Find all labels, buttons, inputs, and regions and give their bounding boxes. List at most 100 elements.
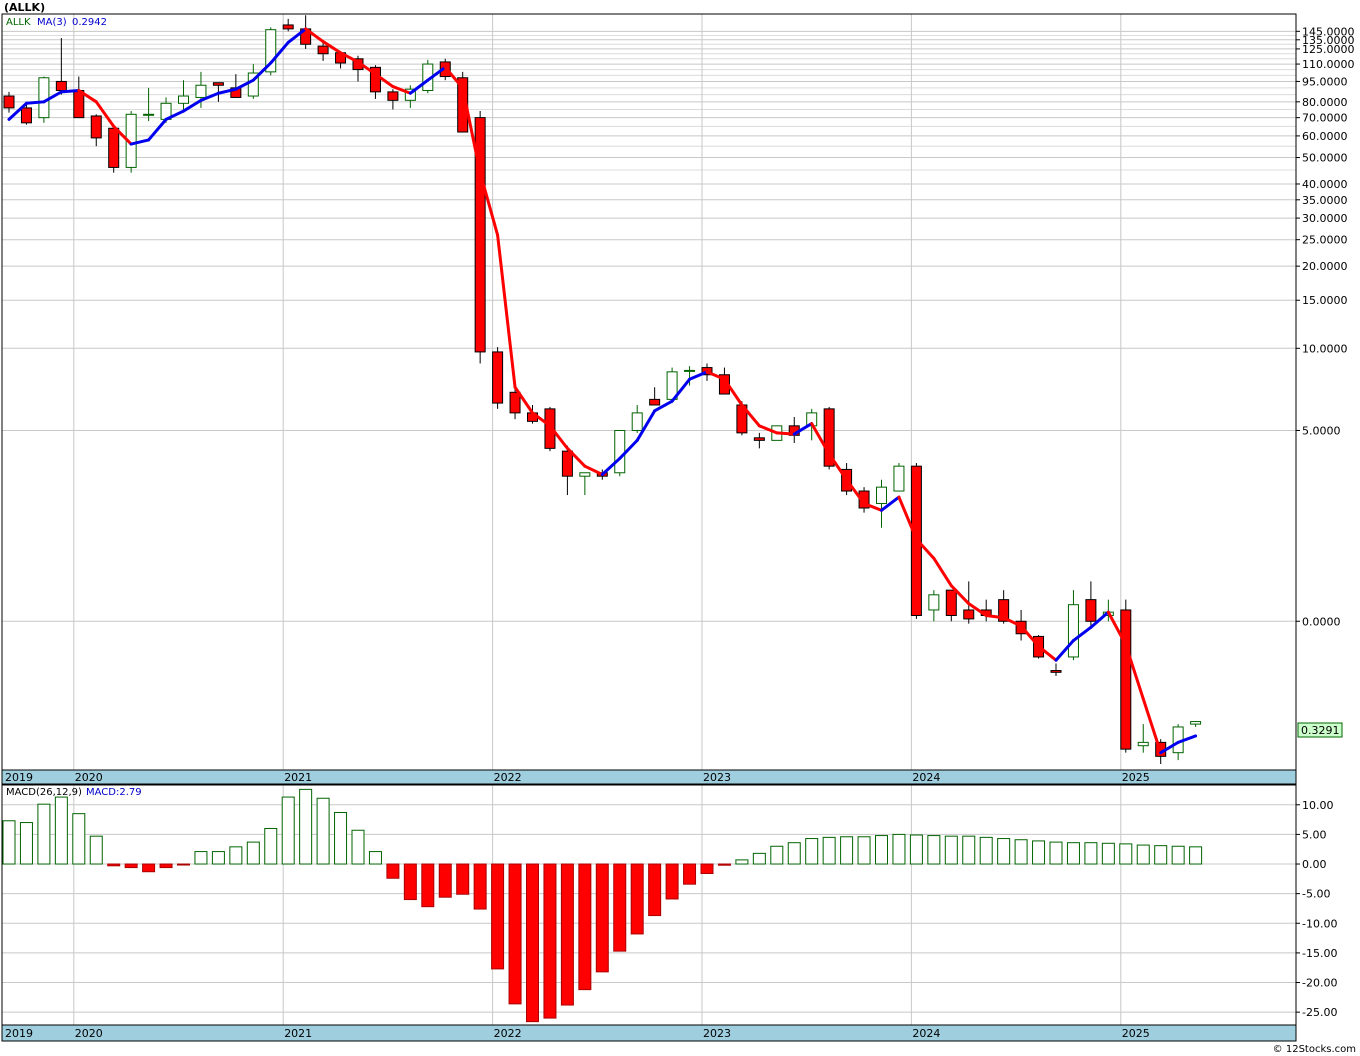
macd-tick-label: 5.00 [1302, 828, 1327, 841]
year-label: 2023 [703, 1027, 731, 1040]
macd-bar [770, 845, 784, 865]
ma-segment [932, 556, 953, 588]
candle-body [631, 412, 643, 431]
macd-bar [177, 863, 190, 866]
macd-bar [1136, 844, 1150, 865]
price-tick-label: 60.0000 [1302, 130, 1348, 143]
year-label: 2022 [494, 771, 522, 784]
macd-bar [1066, 842, 1080, 865]
candle-body [108, 127, 120, 168]
macd-bar [107, 863, 121, 867]
candle-body [282, 24, 294, 30]
macd-bar [264, 827, 278, 865]
macd-bar [648, 863, 662, 917]
candle-body [893, 465, 905, 492]
candle-body [195, 84, 207, 98]
macd-bar [72, 813, 86, 865]
candle-body [143, 113, 155, 116]
year-label: 2024 [912, 1027, 940, 1040]
price-tick-label: 70.0000 [1302, 112, 1348, 125]
candle-body [649, 398, 661, 406]
candle-body [1067, 604, 1079, 658]
macd-axis-ticks: 10.00 5.00 0.00 -5.00 -10.00 -15.00 -20.00 -25.… [1296, 799, 1337, 1019]
ma-segment [827, 452, 849, 482]
price-tick-label: 95.0000 [1302, 75, 1348, 88]
candle-body [492, 351, 504, 404]
watermark: © 12Stocks.com [1273, 1044, 1356, 1055]
macd-bar [1014, 839, 1028, 865]
macd-bar [543, 863, 557, 1019]
macd-bar [700, 863, 714, 875]
macd-bar [735, 859, 749, 865]
macd-bar [997, 838, 1011, 865]
price-tick-label: 35.0000 [1302, 194, 1348, 207]
candle-body [20, 107, 32, 124]
macd-bar [560, 863, 574, 1006]
year-label: 2024 [912, 771, 940, 784]
year-label: 2023 [703, 771, 731, 784]
macd-bar [665, 863, 679, 900]
macd-bar [1049, 841, 1063, 865]
candle-body [876, 486, 887, 505]
macd-bar [368, 851, 382, 865]
stock-chart: 145.0000135.0000125.0000110.000095.00008… [1, 1, 1356, 1055]
macd-bar [1154, 845, 1168, 865]
macd-bar [909, 834, 923, 865]
macd-bar [1189, 846, 1203, 865]
macd-bar [2, 820, 16, 865]
ma-segment [24, 100, 46, 105]
macd-bar [892, 833, 906, 865]
price-tick-label: 30.0000 [1302, 212, 1348, 225]
macd-bar [159, 863, 173, 869]
candle-body [212, 82, 224, 86]
candle-body [178, 95, 189, 104]
macd-bar [1084, 842, 1098, 865]
macd-bar [124, 863, 138, 869]
macd-bar [526, 863, 539, 1023]
price-tick-label: 20.0000 [1302, 260, 1348, 273]
macd-bar [752, 852, 766, 865]
macd-bar [1101, 842, 1115, 865]
price-panel-frame [1, 13, 1297, 785]
price-tick-label: 10.0000 [1302, 342, 1348, 355]
year-label: 2022 [494, 1027, 522, 1040]
candlesticks [3, 15, 1202, 764]
price-tick-label: 40.0000 [1302, 178, 1348, 191]
macd-tick-label: -15.00 [1302, 947, 1337, 960]
year-label: 2020 [75, 771, 103, 784]
candle-body [561, 450, 573, 477]
year-label: 2020 [75, 1027, 103, 1040]
macd-bar [805, 838, 819, 865]
macd-bar [246, 841, 260, 865]
candle-body [38, 77, 50, 119]
macd-bar [37, 803, 51, 865]
legend-ma-value: 0.2942 [72, 17, 107, 28]
candle-body [928, 594, 940, 611]
price-tick-label: 15.0000 [1302, 294, 1348, 307]
macd-tick-label: -20.00 [1302, 977, 1337, 990]
candle-body [317, 45, 329, 55]
ma-segment [147, 117, 168, 142]
macd-bar [142, 863, 156, 873]
macd-tick-label: -25.00 [1302, 1006, 1337, 1019]
macd-bar [822, 836, 836, 865]
legend-ma-label: MA(3) [37, 17, 67, 28]
candle-body [1085, 599, 1097, 622]
macd-bar [508, 863, 522, 1005]
macd-bar [456, 863, 470, 895]
macd-bar [19, 822, 33, 865]
macd-bar [875, 835, 888, 865]
candle-body [73, 90, 85, 119]
candle-body [1190, 721, 1202, 725]
legend-ticker: ALLK [6, 17, 31, 28]
macd-bar [299, 788, 313, 865]
price-tick-label: 0.0000 [1302, 615, 1341, 628]
macd-bar [491, 863, 505, 970]
chart-title: (ALLK) [4, 1, 45, 14]
year-label: 2019 [5, 771, 33, 784]
macd-tick-label: -10.00 [1302, 917, 1337, 930]
macd-bar [717, 863, 731, 866]
macd-bar [89, 835, 103, 865]
macd-tick-label: -5.00 [1302, 888, 1330, 901]
price-tick-label: 5.0000 [1302, 424, 1341, 437]
